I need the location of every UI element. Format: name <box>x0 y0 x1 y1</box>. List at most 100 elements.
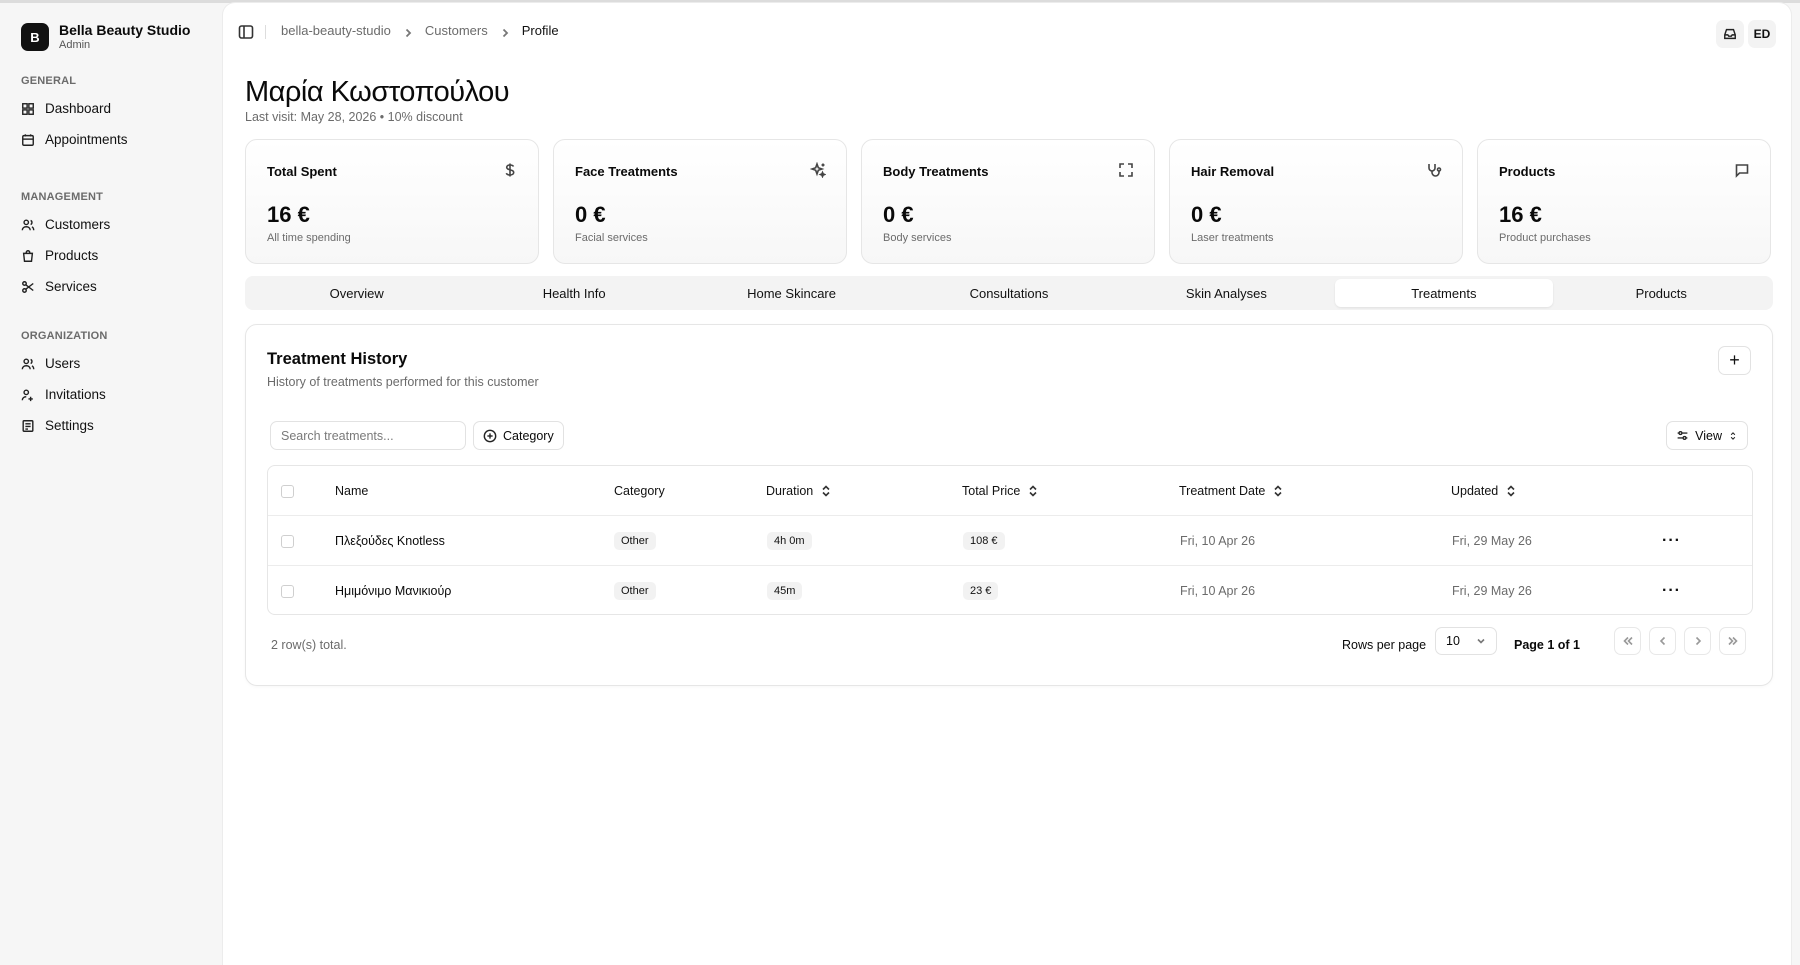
breadcrumb-current: Profile <box>521 23 559 38</box>
nav-section-general: GENERAL Dashboard Appointments <box>21 71 128 155</box>
row-actions-button[interactable]: ··· <box>1662 566 1681 614</box>
table-header-row: Name Category Duration Total Price Treat… <box>268 466 1752 516</box>
column-header-duration[interactable]: Duration <box>766 466 831 516</box>
nav-section-management: MANAGEMENT Customers Products Services <box>21 187 110 302</box>
sidebar-item-appointments[interactable]: Appointments <box>21 124 128 155</box>
stat-value: 16 € <box>267 202 310 227</box>
column-header-updated[interactable]: Updated <box>1451 466 1516 516</box>
page-indicator: Page 1 of 1 <box>1514 638 1580 652</box>
chevron-right-icon <box>1695 636 1701 646</box>
more-horizontal-icon: ··· <box>1662 582 1681 599</box>
chevrons-left-icon <box>1622 636 1633 646</box>
rows-per-page-value: 10 <box>1446 634 1460 648</box>
dashboard-icon <box>22 102 34 115</box>
tab-products[interactable]: Products <box>1553 279 1770 307</box>
sidebar-item-dashboard[interactable]: Dashboard <box>21 93 128 124</box>
sidebar-item-label: Customers <box>45 217 111 232</box>
sidebar-item-services[interactable]: Services <box>21 271 110 302</box>
row-actions-button[interactable]: ··· <box>1662 516 1681 566</box>
message-square-icon <box>1734 162 1750 178</box>
chevrons-right-icon <box>1727 636 1738 646</box>
stat-desc: All time spending <box>267 232 351 244</box>
row-checkbox[interactable] <box>281 516 294 566</box>
row-checkbox[interactable] <box>281 566 294 614</box>
stat-desc: Facial services <box>575 232 648 244</box>
sidebar-item-settings[interactable]: Settings <box>21 410 108 441</box>
stat-value: 0 € <box>883 202 914 227</box>
stat-title: Total Spent <box>267 164 337 179</box>
breadcrumb-org[interactable]: bella-beauty-studio <box>281 23 391 38</box>
nav-section-title: MANAGEMENT <box>21 191 104 203</box>
column-header-label: Treatment Date <box>1179 484 1266 498</box>
sidebar-item-products[interactable]: Products <box>21 240 110 271</box>
stat-card-body-treatments: Body Treatments 0 € Body services <box>861 139 1155 264</box>
customer-name: Μαρία Κωστοπούλου <box>245 76 510 108</box>
search-input[interactable] <box>270 421 466 450</box>
price-badge: 23 € <box>963 582 999 600</box>
add-treatment-button[interactable]: + <box>1718 346 1751 375</box>
stat-value: 16 € <box>1499 202 1542 227</box>
nav-section-title: ORGANIZATION <box>21 330 108 342</box>
first-page-button[interactable] <box>1614 627 1641 655</box>
user-avatar-button[interactable]: ED <box>1748 20 1776 48</box>
column-header-category: Category <box>614 484 665 498</box>
sidebar-toggle-button[interactable] <box>238 24 254 40</box>
rows-per-page-select[interactable]: 10 <box>1435 627 1497 655</box>
sidebar-item-label: Users <box>45 356 81 371</box>
stat-value: 0 € <box>575 202 606 227</box>
last-page-button[interactable] <box>1719 627 1746 655</box>
topbar-divider <box>265 25 266 39</box>
sidebar-item-customers[interactable]: Customers <box>21 209 110 240</box>
stat-title: Products <box>1499 164 1556 179</box>
nav-section-organization: ORGANIZATION Users Invitations Settings <box>21 326 108 441</box>
column-header-treatment-date[interactable]: Treatment Date <box>1179 466 1283 516</box>
stat-card-hair-removal: Hair Removal 0 € Laser treatments <box>1169 139 1463 264</box>
chevrons-up-down-icon <box>1730 431 1736 440</box>
stat-card-total-spent: Total Spent 16 € All time spending <box>245 139 539 264</box>
breadcrumb-customers[interactable]: Customers <box>425 23 488 38</box>
table-row[interactable]: Ημιμόνιμο Μανικιούρ Other 45m 23 € Fri, … <box>268 566 1752 614</box>
column-header-label: Total Price <box>962 484 1021 498</box>
users-icon <box>21 218 35 230</box>
plus-circle-icon <box>483 429 497 442</box>
tab-home-skincare[interactable]: Home Skincare <box>683 279 900 307</box>
view-options-button[interactable]: View <box>1666 421 1748 450</box>
org-switcher[interactable]: B Bella Beauty Studio Admin <box>21 22 190 52</box>
dollar-icon <box>502 162 518 178</box>
tab-health-info[interactable]: Health Info <box>465 279 682 307</box>
treatment-name: Πλεξούδες Knotless <box>335 534 445 548</box>
chevron-down-icon <box>1477 638 1485 644</box>
breadcrumb: bella-beauty-studio Customers Profile <box>281 23 559 38</box>
treatment-name: Ημιμόνιμο Μανικιούρ <box>335 584 452 598</box>
table-row[interactable]: Πλεξούδες Knotless Other 4h 0m 108 € Fri… <box>268 516 1752 566</box>
org-logo: B <box>21 23 49 51</box>
sidebar-item-label: Products <box>45 248 99 263</box>
category-filter-button[interactable]: Category <box>473 421 564 450</box>
tab-treatments[interactable]: Treatments <box>1335 279 1553 307</box>
duration-badge: 4h 0m <box>767 532 812 550</box>
stat-title: Body Treatments <box>883 164 989 179</box>
treatment-date: Fri, 10 Apr 26 <box>1180 534 1256 548</box>
column-header-total-price[interactable]: Total Price <box>962 466 1038 516</box>
tab-overview[interactable]: Overview <box>248 279 465 307</box>
tab-consultations[interactable]: Consultations <box>900 279 1117 307</box>
sort-icon <box>1507 485 1515 497</box>
sidebar-item-label: Services <box>45 279 97 294</box>
previous-page-button[interactable] <box>1649 627 1676 655</box>
select-all-checkbox[interactable] <box>281 466 294 516</box>
column-header-name: Name <box>335 484 369 498</box>
category-filter-label: Category <box>503 428 554 443</box>
sidebar-item-users[interactable]: Users <box>21 348 108 379</box>
stat-title: Face Treatments <box>575 164 678 179</box>
calendar-icon <box>22 133 34 146</box>
next-page-button[interactable] <box>1684 627 1711 655</box>
profile-tabs: Overview Health Info Home Skincare Consu… <box>245 276 1773 310</box>
sort-icon <box>822 485 830 497</box>
stethoscope-icon <box>1426 162 1442 178</box>
tab-skin-analyses[interactable]: Skin Analyses <box>1118 279 1335 307</box>
rows-total-text: 2 row(s) total. <box>271 638 347 652</box>
sidebar-item-label: Dashboard <box>45 101 112 116</box>
inbox-button[interactable] <box>1716 20 1744 48</box>
sidebar-item-label: Settings <box>45 418 94 433</box>
sidebar-item-invitations[interactable]: Invitations <box>21 379 108 410</box>
